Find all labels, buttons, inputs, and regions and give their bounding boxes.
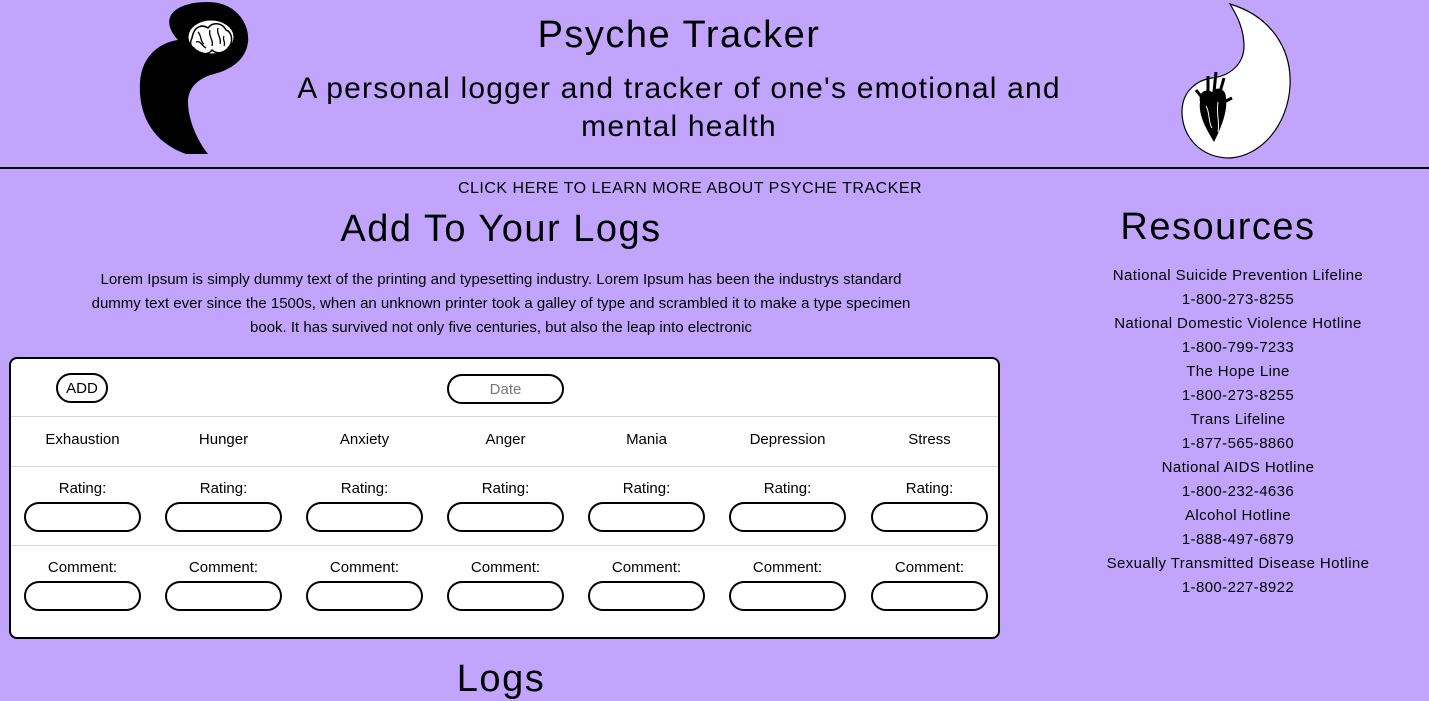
resource-name: Alcohol Hotline <box>1184 507 1292 524</box>
rating-input[interactable] <box>165 502 282 532</box>
rating-input[interactable] <box>588 502 705 532</box>
resource-name: Sexually Transmitted Disease Hotline <box>1106 555 1370 572</box>
resource-phone: 1-800-273-8255 <box>1181 387 1295 404</box>
rating-label: Rating: <box>58 480 107 497</box>
date-input[interactable] <box>447 374 564 404</box>
comment-label: Comment: <box>752 559 823 576</box>
category-label: Hunger <box>198 431 249 448</box>
rating-input[interactable] <box>447 502 564 532</box>
add-logs-description: Lorem Ipsum is simply dummy text of the … <box>91 271 911 336</box>
resource-phone: 1-800-232-4636 <box>1181 483 1295 500</box>
category-label: Anger <box>485 431 526 448</box>
category-label: Stress <box>908 431 951 448</box>
resource-phone: 1-800-227-8922 <box>1181 579 1295 596</box>
rating-input[interactable] <box>871 502 988 532</box>
site-subtitle: A personal logger and tracker of one's e… <box>297 72 1061 143</box>
category-label: Mania <box>626 431 667 448</box>
comment-label: Comment: <box>470 559 541 576</box>
resource-name: National Domestic Violence Hotline <box>1114 315 1362 332</box>
add-button[interactable]: ADD <box>56 373 108 403</box>
divider <box>11 545 998 546</box>
rating-input[interactable] <box>24 502 141 532</box>
resource-name: The Hope Line <box>1186 363 1290 380</box>
rating-label: Rating: <box>199 480 248 497</box>
resource-phone: 1-800-273-8255 <box>1181 291 1295 308</box>
comment-label: Comment: <box>47 559 118 576</box>
resource-name: National Suicide Prevention Lifeline <box>1112 267 1364 284</box>
comment-input[interactable] <box>729 581 846 611</box>
logs-title: Logs <box>456 658 546 700</box>
rating-label: Rating: <box>481 480 530 497</box>
rating-input[interactable] <box>306 502 423 532</box>
divider <box>11 466 998 467</box>
resource-phone: 1-888-497-6879 <box>1181 531 1295 548</box>
category-label: Anxiety <box>339 431 390 448</box>
resource-phone: 1-877-565-8860 <box>1181 435 1295 452</box>
rating-label: Rating: <box>622 480 671 497</box>
resource-name: National AIDS Hotline <box>1161 459 1315 476</box>
category-label: Exhaustion <box>45 431 120 448</box>
learn-more-link[interactable]: CLICK HERE TO LEARN MORE ABOUT PSYCHE TR… <box>0 180 1380 198</box>
site-header: Psyche Tracker A personal logger and tra… <box>0 0 1429 169</box>
comment-label: Comment: <box>894 559 965 576</box>
comment-label: Comment: <box>188 559 259 576</box>
comment-input[interactable] <box>306 581 423 611</box>
comment-input[interactable] <box>24 581 141 611</box>
comment-input[interactable] <box>447 581 564 611</box>
rating-label: Rating: <box>763 480 812 497</box>
resources-title: Resources <box>1120 206 1316 248</box>
comment-input[interactable] <box>588 581 705 611</box>
site-title: Psyche Tracker <box>537 14 821 56</box>
add-logs-title: Add To Your Logs <box>340 208 662 250</box>
resource-phone: 1-800-799-7233 <box>1181 339 1295 356</box>
category-label: Depression <box>749 431 826 448</box>
rating-label: Rating: <box>340 480 389 497</box>
divider <box>11 416 998 417</box>
rating-label: Rating: <box>905 480 954 497</box>
resource-name: Trans Lifeline <box>1190 411 1286 428</box>
comment-label: Comment: <box>611 559 682 576</box>
comment-input[interactable] <box>871 581 988 611</box>
comment-input[interactable] <box>165 581 282 611</box>
resources-list: National Suicide Prevention Lifeline 1-8… <box>1050 264 1426 600</box>
log-entry-form: ADD Exhaustion Rating: Comment: Hunger R… <box>9 357 1000 639</box>
rating-input[interactable] <box>729 502 846 532</box>
comment-label: Comment: <box>329 559 400 576</box>
